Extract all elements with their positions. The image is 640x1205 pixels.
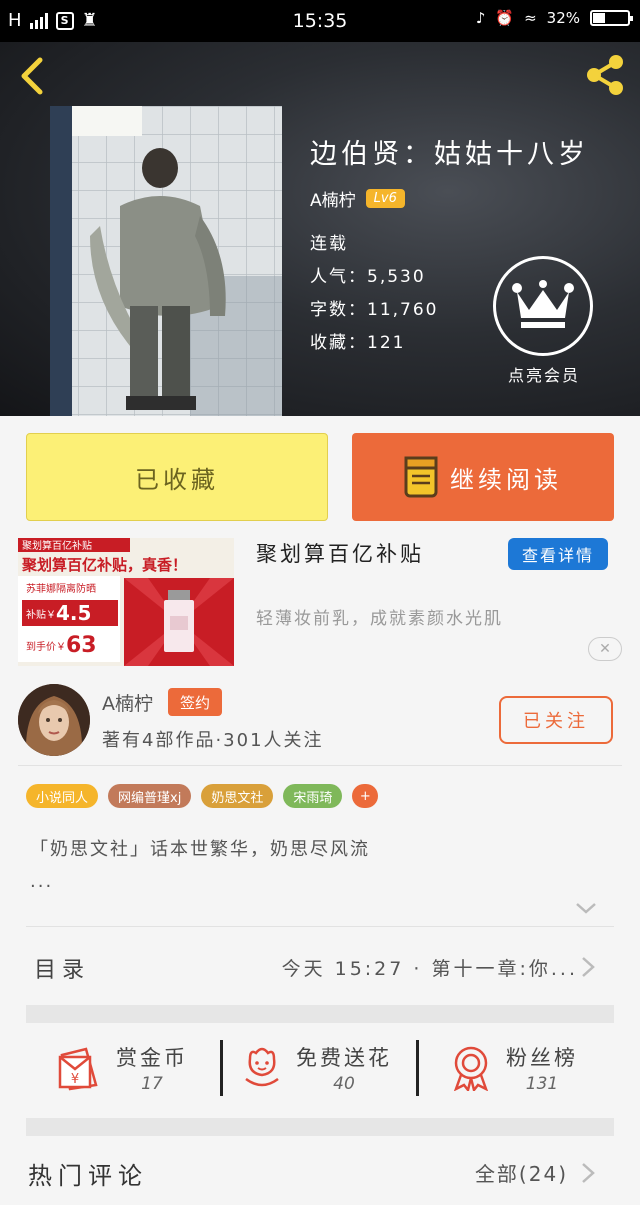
ad-image-title: 聚划算百亿补贴: [22, 539, 92, 552]
reward-label: 免费送花: [296, 1046, 392, 1070]
share-button[interactable]: [582, 52, 628, 98]
alarm-icon: ⏰: [495, 9, 515, 27]
battery-text: 32%: [546, 9, 580, 27]
book-header: 边伯贤：姑姑十八岁 A楠柠 Lv6 连载 人气：5,530 字数：11,760 …: [0, 42, 640, 416]
book-status: 连载: [310, 234, 348, 254]
ad-image-headline: 聚划算百亿补贴，真香！: [21, 556, 187, 574]
reward-value: 131: [525, 1074, 559, 1094]
reward-fans[interactable]: 粉丝榜 131: [450, 1038, 578, 1098]
tag-item[interactable]: 宋雨琦: [283, 784, 343, 808]
crown-icon: [512, 280, 574, 328]
chevron-right-icon[interactable]: [580, 1161, 596, 1185]
svg-text:¥: ¥: [71, 1072, 79, 1087]
expand-chevron-icon[interactable]: [574, 900, 598, 916]
book-icon: [404, 456, 438, 498]
ad-detail-button[interactable]: 查看详情: [508, 538, 608, 570]
status-bar: H S ♜ 15:35 ♪ ⏰ ≈ 32%: [0, 0, 640, 42]
divider: [18, 765, 622, 766]
reward-text: 赏金币 17: [116, 1042, 188, 1094]
reward-flowers[interactable]: 免费送花 40: [242, 1038, 392, 1098]
continue-reading-button[interactable]: 继续阅读: [352, 433, 614, 521]
tag-item[interactable]: 网编普瑾xj: [108, 784, 192, 808]
tag-item[interactable]: 小说同人: [26, 784, 99, 808]
battery-fill: [593, 13, 605, 23]
back-button[interactable]: [14, 54, 54, 98]
reward-label: 赏金币: [116, 1046, 188, 1070]
vip-label: 点亮会员: [507, 366, 580, 385]
catalog-latest-chapter: 今天 15:27 · 第十一章:你...: [281, 958, 578, 980]
book-stats: 连载 人气：5,530 字数：11,760 收藏：121: [310, 228, 438, 360]
hot-comments-title: 热门评论: [28, 1162, 148, 1190]
ad-image-subsidy-value: 4.5: [56, 601, 91, 625]
reward-value: 17: [141, 1074, 163, 1094]
book-title: 边伯贤：姑姑十八岁: [310, 139, 589, 170]
tag-list: 小说同人 网编普瑾xj 奶思文社 宋雨琦 +: [26, 784, 379, 808]
reward-text: 免费送花 40: [296, 1042, 392, 1094]
reward-label: 粉丝榜: [506, 1046, 578, 1070]
mute-icon: ♪: [475, 9, 486, 27]
ad-description: 轻薄妆前乳，成就素颜水光肌: [256, 609, 503, 629]
book-popularity: 人气：5,530: [310, 267, 426, 287]
continue-reading-label: 继续阅读: [450, 465, 562, 494]
level-badge: Lv6: [365, 189, 405, 208]
vip-button[interactable]: 点亮会员: [493, 256, 595, 386]
ad-close-button[interactable]: ✕: [588, 637, 622, 661]
book-favorites: 收藏：121: [310, 333, 406, 353]
flower-icon: [245, 1047, 279, 1087]
section-divider: [26, 1118, 614, 1136]
chevron-right-icon: [582, 957, 595, 977]
ad-product-photo: [124, 578, 234, 666]
avatar-image: [18, 684, 90, 756]
author-meta: 著有4部作品·301人关注: [102, 730, 324, 751]
book-word-count: 字数：11,760: [310, 300, 439, 320]
ad-image-price-label: 到手价￥: [26, 640, 66, 653]
ad-banner-graphic: 聚划算百亿补贴 聚划算百亿补贴，真香！ 苏菲娜隔离防晒 补贴￥ 4.5 到手价￥…: [18, 538, 234, 666]
book-description: 「奶思文社」话本世繁华，奶思尽风流 ...: [30, 834, 370, 898]
ad-image-subsidy-label: 补贴￥: [26, 608, 56, 621]
reward-separator: [416, 1040, 419, 1096]
vip-circle: [493, 256, 593, 356]
reward-value: 40: [333, 1074, 355, 1094]
reward-coins[interactable]: ¥ 赏金币 17: [56, 1038, 188, 1098]
section-divider: [26, 1005, 614, 1023]
share-icon: [587, 55, 623, 95]
divider: [26, 926, 614, 927]
add-tag-button[interactable]: +: [352, 784, 379, 808]
author-avatar[interactable]: [18, 684, 90, 756]
description-line: 「奶思文社」话本世繁华，奶思尽风流: [30, 839, 370, 860]
author-info-name[interactable]: A楠柠: [102, 689, 153, 716]
status-right: ♪ ⏰ ≈ 32%: [475, 9, 633, 27]
author-name[interactable]: A楠柠: [310, 186, 356, 211]
reward-text: 粉丝榜 131: [506, 1042, 578, 1094]
all-comments-link[interactable]: 全部(24): [475, 1158, 568, 1187]
ad-title[interactable]: 聚划算百亿补贴: [256, 538, 424, 568]
book-cover[interactable]: [50, 106, 282, 416]
follow-button[interactable]: 已关注: [499, 696, 613, 744]
ad-image[interactable]: 聚划算百亿补贴 聚划算百亿补贴，真香！ 苏菲娜隔离防晒 补贴￥ 4.5 到手价￥…: [18, 538, 234, 666]
ad-image-price-value: 63: [66, 633, 97, 658]
medal-icon: [453, 1046, 489, 1091]
cover-image: [50, 106, 282, 416]
ad-image-product: 苏菲娜隔离防晒: [26, 582, 96, 595]
battery-icon: [590, 10, 633, 26]
wifi-icon: ≈: [524, 9, 537, 27]
reward-separator: [220, 1040, 223, 1096]
description-ellipsis: ...: [30, 871, 54, 892]
tag-item[interactable]: 奶思文社: [201, 784, 274, 808]
author-row[interactable]: A楠柠 Lv6: [310, 186, 405, 211]
sign-badge: 签约: [168, 688, 222, 716]
collected-button[interactable]: 已收藏: [26, 433, 328, 521]
catalog-label: 目录: [34, 958, 91, 983]
red-envelope-icon: ¥: [58, 1047, 98, 1091]
back-arrow-icon: [21, 57, 43, 95]
